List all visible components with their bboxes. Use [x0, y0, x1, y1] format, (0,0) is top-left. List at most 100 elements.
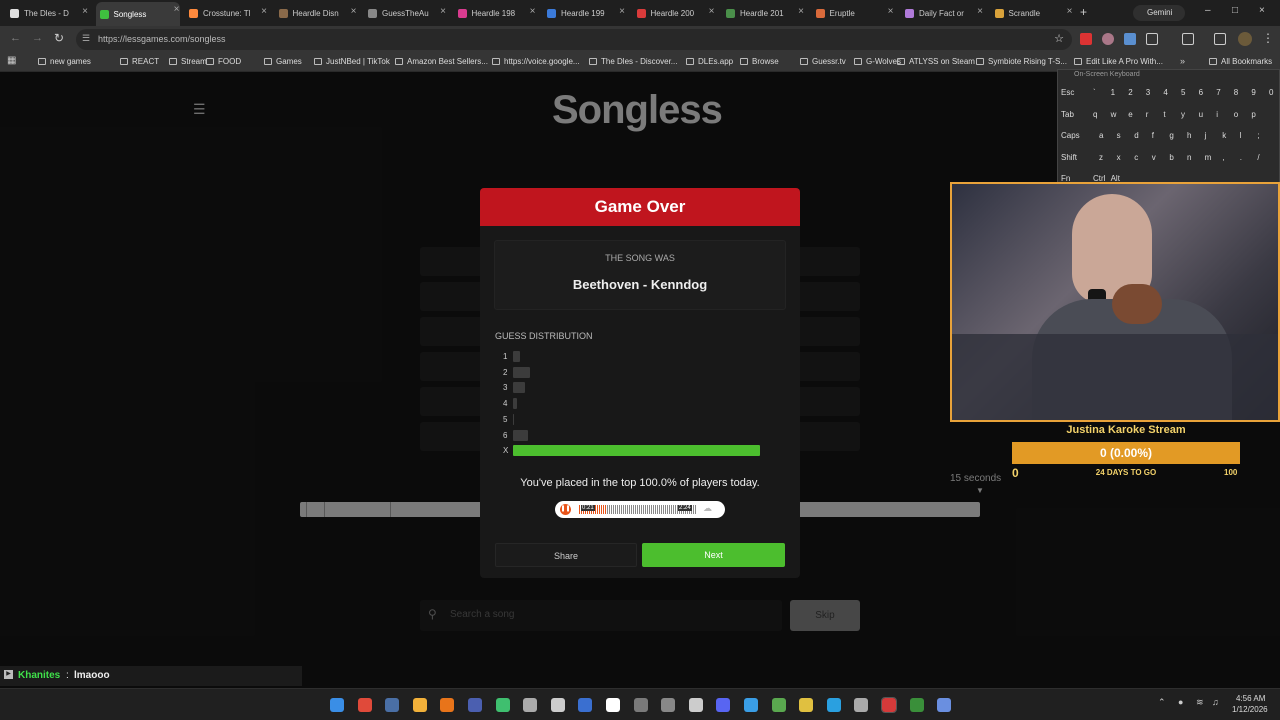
pause-icon[interactable]: ❚❚ [560, 504, 571, 515]
bookmark-item[interactable]: Games [264, 57, 302, 66]
extensions-puzzle-icon[interactable] [1146, 33, 1158, 45]
taskbar-app-icon[interactable] [385, 698, 400, 712]
address-bar[interactable]: ☰ https://lessgames.com/songless ☆ [76, 29, 1072, 50]
taskbar-app-icon[interactable] [881, 697, 897, 713]
bookmark-item[interactable]: Symbiote Rising T-S... [976, 57, 1067, 66]
start-menu-icon[interactable] [330, 698, 344, 712]
tab-close-icon[interactable]: × [1067, 6, 1073, 17]
tab-close-icon[interactable]: × [82, 6, 88, 17]
tab-close-icon[interactable]: × [440, 6, 446, 17]
taskbar-app-icon[interactable] [854, 698, 869, 712]
extension-icon[interactable] [1102, 33, 1114, 45]
profile-avatar[interactable] [1238, 32, 1252, 46]
tray-chevron-icon[interactable]: ⌃ [1158, 697, 1166, 708]
tab-close-icon[interactable]: × [261, 6, 267, 17]
taskbar-app-icon[interactable] [550, 698, 565, 712]
keyboard-key[interactable]: p [1251, 110, 1255, 119]
volume-icon[interactable]: ♫ [1212, 697, 1219, 707]
browser-tab[interactable]: Songless × [95, 2, 180, 26]
bookmark-item[interactable]: JustNBed | TikTok [314, 57, 390, 66]
keyboard-key[interactable]: 0 [1269, 88, 1273, 97]
keyboard-key[interactable]: r [1146, 110, 1149, 119]
apps-grid-icon[interactable]: ▦ [7, 55, 16, 66]
extension-icon[interactable] [1080, 33, 1092, 45]
keyboard-key[interactable]: 2 [1128, 88, 1132, 97]
bookmark-star-icon[interactable]: ☆ [1054, 32, 1064, 45]
bookmark-item[interactable]: All Bookmarks [1209, 57, 1272, 66]
keyboard-key[interactable]: c [1134, 153, 1138, 162]
keyboard-key[interactable]: x [1117, 153, 1121, 162]
keyboard-key[interactable]: Caps [1061, 131, 1080, 140]
browser-tab[interactable]: Daily Fact or × [905, 4, 983, 22]
browser-tab[interactable]: Heardle 199 × [547, 4, 625, 22]
microphone-icon[interactable]: ● [1178, 697, 1183, 707]
taskbar-app-icon[interactable] [412, 698, 427, 712]
keyboard-key[interactable]: k [1222, 131, 1226, 140]
taskbar-app-icon[interactable] [771, 698, 786, 712]
sidebar-icon[interactable] [1214, 33, 1226, 45]
taskbar-app-icon[interactable] [826, 698, 841, 712]
keyboard-key[interactable]: 8 [1234, 88, 1238, 97]
browser-tab[interactable]: Heardle Disn × [278, 4, 357, 22]
keyboard-key[interactable]: 4 [1163, 88, 1167, 97]
taskbar-app-icon[interactable] [744, 698, 758, 712]
gemini-button[interactable]: Gemini [1133, 5, 1185, 21]
keyboard-key[interactable]: g [1169, 131, 1173, 140]
tab-close-icon[interactable]: × [977, 6, 983, 17]
site-info-icon[interactable]: ☰ [82, 33, 90, 44]
keyboard-key[interactable]: v [1152, 153, 1156, 162]
bookmark-item[interactable]: https://voice.google... [492, 57, 580, 66]
browser-tab[interactable]: Scrandle × [994, 4, 1073, 22]
forward-icon[interactable]: → [32, 32, 43, 44]
keyboard-key[interactable]: l [1240, 131, 1242, 140]
keyboard-key[interactable]: Shift [1061, 153, 1077, 162]
tab-close-icon[interactable]: × [798, 6, 804, 17]
taskbar-app-icon[interactable] [523, 698, 538, 712]
cast-icon[interactable] [1182, 33, 1194, 45]
keyboard-key[interactable]: i [1216, 110, 1218, 119]
keyboard-key[interactable]: a [1099, 131, 1103, 140]
tab-close-icon[interactable]: × [351, 6, 357, 17]
keyboard-key[interactable]: u [1199, 110, 1203, 119]
keyboard-key[interactable]: t [1163, 110, 1165, 119]
keyboard-key[interactable]: s [1117, 131, 1121, 140]
keyboard-key[interactable]: 3 [1146, 88, 1150, 97]
bookmark-item[interactable]: Amazon Best Sellers... [395, 57, 488, 66]
keyboard-key[interactable]: h [1187, 131, 1191, 140]
extension-icon[interactable] [1124, 33, 1136, 45]
taskbar-app-icon[interactable] [578, 698, 593, 712]
share-button[interactable]: Share [495, 543, 637, 567]
keyboard-key[interactable]: f [1152, 131, 1154, 140]
keyboard-key[interactable]: z [1099, 153, 1103, 162]
taskbar-app-icon[interactable] [440, 698, 455, 712]
menu-dots-icon[interactable]: ⋮ [1262, 31, 1274, 45]
taskbar-app-icon[interactable] [661, 698, 676, 712]
bookmark-item[interactable]: DLEs.app [686, 57, 733, 66]
keyboard-key[interactable]: 5 [1181, 88, 1185, 97]
keyboard-key[interactable]: Esc [1061, 88, 1074, 97]
keyboard-key[interactable]: q [1093, 110, 1097, 119]
bookmark-item[interactable]: FOOD [206, 57, 241, 66]
keyboard-key[interactable]: 1 [1111, 88, 1115, 97]
keyboard-key[interactable]: y [1181, 110, 1185, 119]
keyboard-key[interactable]: b [1169, 153, 1173, 162]
taskbar-app-icon[interactable] [909, 698, 924, 712]
keyboard-key[interactable]: n [1187, 153, 1191, 162]
taskbar-app-icon[interactable] [633, 698, 648, 712]
next-button[interactable]: Next [642, 543, 785, 567]
taskbar-app-icon[interactable] [495, 698, 510, 712]
taskbar-app-icon[interactable] [799, 698, 814, 712]
browser-tab[interactable]: Eruptle × [815, 4, 894, 22]
bookmark-item[interactable]: Stream [169, 57, 207, 66]
browser-tab[interactable]: The Dles - D × [10, 4, 88, 22]
bookmark-item[interactable]: Edit Like A Pro With... [1074, 57, 1163, 66]
keyboard-key[interactable]: w [1111, 110, 1117, 119]
song-player[interactable]: ❚❚ 0:21 2:24 ☁ [555, 501, 725, 518]
bookmarks-overflow-button[interactable]: » [1180, 56, 1185, 66]
keyboard-key[interactable]: Tab [1061, 110, 1074, 119]
keyboard-key[interactable]: . [1240, 153, 1242, 162]
bookmark-item[interactable]: G-Wolves [854, 57, 901, 66]
browser-tab[interactable]: Heardle 201 × [726, 4, 804, 22]
keyboard-key[interactable]: j [1205, 131, 1207, 140]
keyboard-key[interactable]: e [1128, 110, 1132, 119]
